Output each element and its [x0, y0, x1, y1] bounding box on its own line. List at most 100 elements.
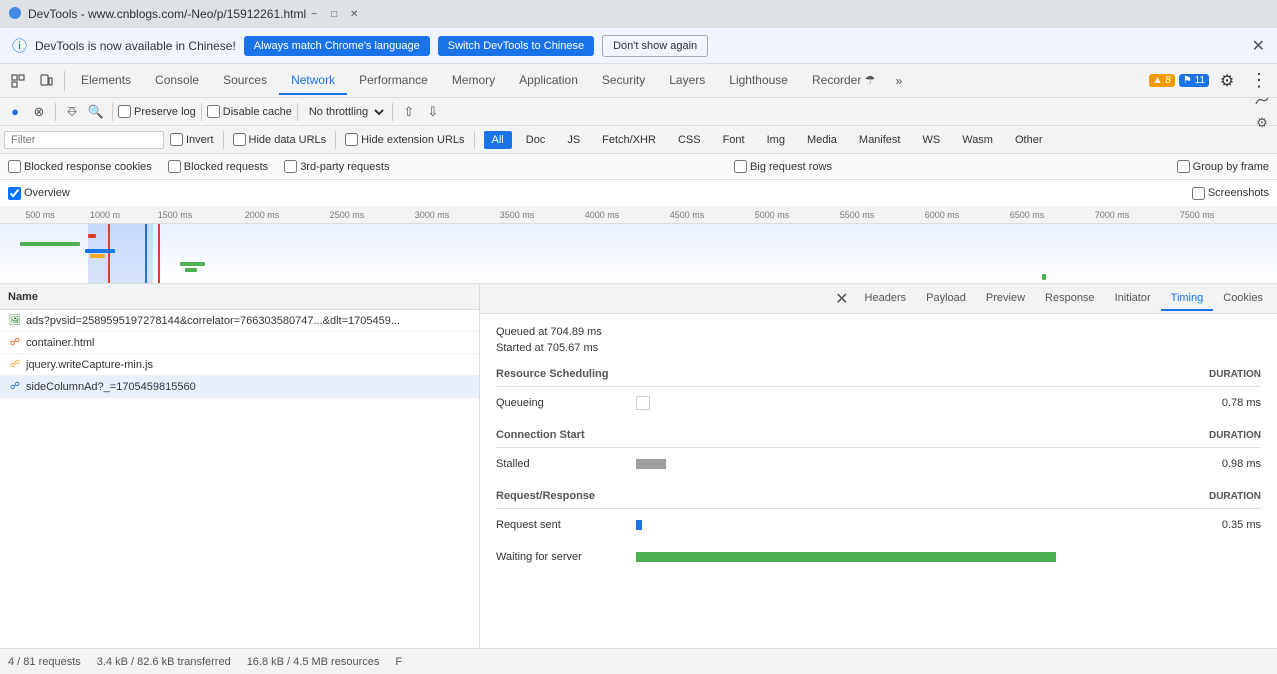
third-party-label[interactable]: 3rd-party requests — [284, 160, 389, 173]
detail-tab-payload[interactable]: Payload — [916, 287, 976, 311]
big-request-rows-checkbox[interactable] — [734, 160, 747, 173]
clear-button[interactable]: ⊗ — [28, 101, 50, 123]
file-icon-html: ☍ — [8, 336, 22, 350]
name-column-header: Name — [0, 284, 479, 310]
ruler-tick: 2500 ms — [330, 210, 365, 220]
timing-divider-1 — [496, 386, 1261, 387]
tabs-overflow-button[interactable]: » — [889, 70, 908, 92]
filter-other-button[interactable]: Other — [1007, 131, 1051, 149]
tab-layers[interactable]: Layers — [657, 67, 717, 95]
tab-elements[interactable]: Elements — [69, 67, 143, 95]
import-button[interactable]: ⇩ — [422, 101, 444, 123]
group-by-frame-checkbox[interactable] — [1177, 160, 1190, 173]
network-settings-icon[interactable]: ⚙ — [1251, 112, 1273, 134]
preserve-log-checkbox[interactable] — [118, 105, 131, 118]
search-button[interactable]: 🔍 — [85, 101, 107, 123]
dont-show-button[interactable]: Don't show again — [602, 35, 708, 57]
tab-memory[interactable]: Memory — [440, 67, 507, 95]
filter-all-button[interactable]: All — [484, 131, 512, 149]
close-window-button[interactable]: ✕ — [346, 6, 362, 22]
devtools-logo — [8, 6, 22, 23]
timeline-bar-green-1 — [20, 242, 80, 246]
filter-ws-button[interactable]: WS — [914, 131, 948, 149]
filter-wasm-button[interactable]: Wasm — [954, 131, 1001, 149]
filter-manifest-button[interactable]: Manifest — [851, 131, 909, 149]
filter-js-button[interactable]: JS — [559, 131, 588, 149]
stalled-bar-visual — [636, 459, 666, 469]
detail-tab-cookies[interactable]: Cookies — [1213, 287, 1273, 311]
big-request-rows-label[interactable]: Big request rows — [734, 160, 832, 173]
filter-doc-button[interactable]: Doc — [518, 131, 554, 149]
tab-network[interactable]: Network — [279, 67, 347, 95]
inspect-element-icon[interactable] — [4, 67, 32, 95]
file-row-3[interactable]: ☍ jquery.writeCapture-min.js — [0, 354, 479, 376]
settings-icon[interactable]: ⚙ — [1213, 67, 1241, 95]
hide-extension-urls-checkbox[interactable] — [345, 133, 358, 146]
disable-cache-label[interactable]: Disable cache — [207, 105, 292, 118]
tab-application[interactable]: Application — [507, 67, 590, 95]
file-row-2[interactable]: ☍ container.html — [0, 332, 479, 354]
tab-separator — [64, 71, 65, 91]
stalled-duration: 0.98 ms — [1191, 458, 1261, 470]
resource-scheduling-title: Resource Scheduling DURATION — [496, 368, 1261, 380]
filter-button[interactable]: ⎑ — [61, 101, 83, 123]
filter-img-button[interactable]: Img — [759, 131, 793, 149]
record-button[interactable]: ● — [4, 101, 26, 123]
blocked-requests-label[interactable]: Blocked requests — [168, 160, 268, 173]
filter-input[interactable] — [4, 131, 164, 149]
tab-sources[interactable]: Sources — [211, 67, 279, 95]
blocked-cookies-checkbox[interactable] — [8, 160, 21, 173]
tab-security[interactable]: Security — [590, 67, 657, 95]
notification-close-icon[interactable]: ✕ — [1252, 36, 1265, 56]
maximize-button[interactable]: □ — [326, 6, 342, 22]
tab-performance[interactable]: Performance — [347, 67, 440, 95]
invert-checkbox[interactable] — [170, 133, 183, 146]
match-language-button[interactable]: Always match Chrome's language — [244, 36, 430, 56]
warning-badge: ▲ 8 — [1149, 74, 1175, 87]
hide-data-urls-label[interactable]: Hide data URLs — [233, 133, 327, 146]
main-content: Name 🖼 ads?pvsid=2589595197278144&correl… — [0, 284, 1277, 648]
tab-recorder[interactable]: Recorder ☂ — [800, 67, 887, 95]
blocked-cookies-label[interactable]: Blocked response cookies — [8, 160, 152, 173]
screenshots-label[interactable]: Screenshots — [1192, 187, 1269, 200]
detail-close-icon[interactable]: ✕ — [829, 287, 854, 311]
tab-lighthouse[interactable]: Lighthouse — [717, 67, 800, 95]
filter-fetch-xhr-button[interactable]: Fetch/XHR — [594, 131, 664, 149]
detail-tab-headers[interactable]: Headers — [855, 287, 917, 311]
throttle-select[interactable]: No throttling Fast 3G Slow 3G Offline — [303, 105, 387, 119]
filter-font-button[interactable]: Font — [715, 131, 753, 149]
options-row: Blocked response cookies Blocked request… — [0, 154, 1277, 180]
ruler-tick: 1000 m — [90, 210, 120, 220]
minimize-button[interactable]: − — [306, 6, 322, 22]
disable-cache-checkbox[interactable] — [207, 105, 220, 118]
detail-tab-timing[interactable]: Timing — [1161, 287, 1214, 311]
overview-checkbox[interactable] — [8, 187, 21, 200]
waiting-server-row: Waiting for server — [496, 545, 1261, 569]
filter-media-button[interactable]: Media — [799, 131, 845, 149]
preserve-log-label[interactable]: Preserve log — [118, 105, 196, 118]
export-button[interactable]: ⇧ — [398, 101, 420, 123]
detail-tab-initiator[interactable]: Initiator — [1105, 287, 1161, 311]
screenshots-checkbox[interactable] — [1192, 187, 1205, 200]
file-row-1[interactable]: 🖼 ads?pvsid=2589595197278144&correlator=… — [0, 310, 479, 332]
hide-data-urls-checkbox[interactable] — [233, 133, 246, 146]
file-row-4[interactable]: ☍ sideColumnAd?_=1705459815560 — [0, 376, 479, 398]
overview-label[interactable]: Overview — [8, 187, 70, 200]
filter-css-button[interactable]: CSS — [670, 131, 709, 149]
invert-label[interactable]: Invert — [170, 133, 214, 146]
timing-panel: Queued at 704.89 ms Started at 705.67 ms… — [480, 314, 1277, 648]
third-party-checkbox[interactable] — [284, 160, 297, 173]
detail-tab-response[interactable]: Response — [1035, 287, 1105, 311]
detail-tab-preview[interactable]: Preview — [976, 287, 1035, 311]
hide-extension-urls-label[interactable]: Hide extension URLs — [345, 133, 464, 146]
request-sent-label: Request sent — [496, 519, 636, 531]
network-conditions-icon[interactable] — [1251, 90, 1273, 112]
blocked-requests-checkbox[interactable] — [168, 160, 181, 173]
device-toggle-icon[interactable] — [32, 67, 60, 95]
waiting-server-label: Waiting for server — [496, 551, 636, 563]
toolbar-divider-1 — [55, 103, 56, 121]
group-by-frame-label[interactable]: Group by frame — [1177, 160, 1269, 173]
switch-chinese-button[interactable]: Switch DevTools to Chinese — [438, 36, 594, 56]
tab-console[interactable]: Console — [143, 67, 211, 95]
stalled-bar — [636, 457, 1191, 471]
